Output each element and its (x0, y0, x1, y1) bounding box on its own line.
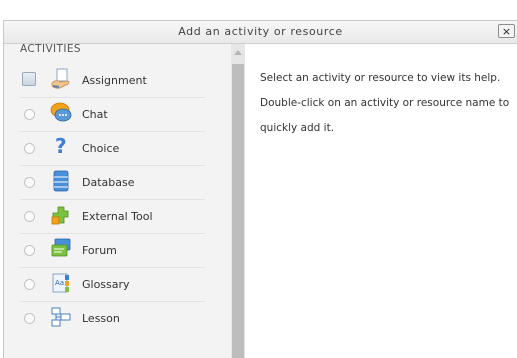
forum-icon (50, 238, 72, 260)
glossary-icon: Aa (50, 272, 72, 294)
list-item-database[interactable]: Database (0, 166, 227, 200)
dialog-title: Add an activity or resource (178, 25, 343, 38)
chat-icon (50, 102, 72, 124)
list-item-external-tool[interactable]: External Tool (0, 200, 227, 234)
item-label-external-tool: External Tool (82, 210, 153, 223)
radio-assignment[interactable] (22, 72, 36, 86)
svg-text:?: ? (55, 136, 67, 158)
choice-icon: ? (50, 134, 72, 158)
list-item-assignment[interactable]: Assignment (0, 64, 227, 98)
activities-scrollbar[interactable] (231, 44, 245, 358)
radio-database[interactable] (24, 177, 35, 188)
item-label-forum: Forum (82, 244, 117, 257)
radio-choice[interactable] (24, 143, 35, 154)
item-label-database: Database (82, 176, 135, 189)
svg-text:Aa: Aa (55, 279, 64, 287)
item-label-choice: Choice (82, 142, 120, 155)
item-label-glossary: Glossary (82, 278, 130, 291)
item-label-assignment: Assignment (82, 74, 147, 87)
activities-heading: ACTIVITIES (20, 43, 81, 55)
dialog-titlebar: Add an activity or resource × (4, 21, 517, 44)
assignment-icon (50, 68, 72, 90)
list-item-choice[interactable]: ? Choice (0, 132, 227, 166)
list-item-forum[interactable]: Forum (0, 234, 227, 268)
scroll-up-arrow[interactable] (234, 50, 242, 55)
radio-external-tool[interactable] (24, 211, 35, 222)
help-panel: Select an activity or resource to view i… (260, 66, 510, 141)
help-text-double-click: Double-click on an activity or resource … (260, 97, 510, 134)
list-item-glossary[interactable]: Aa Glossary (0, 268, 227, 302)
radio-chat[interactable] (24, 109, 35, 120)
radio-glossary[interactable] (24, 279, 35, 290)
radio-lesson[interactable] (24, 313, 35, 324)
external-tool-icon (50, 204, 72, 226)
radio-forum[interactable] (24, 245, 35, 256)
activities-list: Assignment Chat ? Choice Database Extern… (0, 64, 227, 336)
lesson-icon (50, 306, 72, 328)
list-item-chat[interactable]: Chat (0, 98, 227, 132)
close-button[interactable]: × (498, 24, 515, 38)
database-icon (50, 170, 72, 192)
list-item-lesson[interactable]: Lesson (0, 302, 227, 336)
scroll-thumb[interactable] (232, 64, 244, 358)
item-label-chat: Chat (82, 108, 108, 121)
help-text-select: Select an activity or resource to view i… (260, 72, 501, 84)
item-label-lesson: Lesson (82, 312, 120, 325)
